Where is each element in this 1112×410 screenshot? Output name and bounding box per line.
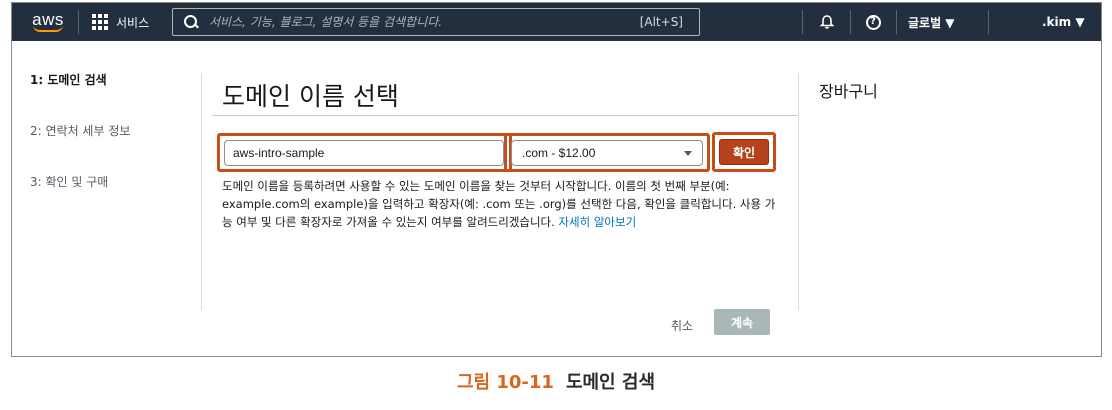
step-domain-search[interactable]: 1: 도메인 검색 [30,71,130,88]
chevron-down-icon [684,150,692,156]
wizard-steps: 1: 도메인 검색 2: 연락처 세부 정보 3: 확인 및 구매 [30,71,130,224]
right-divider [798,73,799,310]
account-menu[interactable]: .kim ▼ [1042,3,1085,41]
help-icon: ? [865,14,881,30]
step-confirm-purchase[interactable]: 3: 확인 및 구매 [30,173,130,190]
nav-divider [802,10,803,34]
help-button[interactable]: ? [862,3,884,41]
notifications-button[interactable] [816,3,838,41]
region-selector[interactable]: 글로벌 ▼ [908,3,955,41]
grid-icon [92,14,108,30]
continue-button[interactable]: 계속 [714,309,770,335]
page-title: 도메인 이름 선택 [222,82,399,111]
aws-smile-icon [33,25,63,32]
left-divider [201,73,202,310]
browser-frame: aws 서비스 [Alt+S] ? 글로벌 ▼ .kim [11,2,1102,357]
figure-number: 그림 10-11 [456,372,554,393]
services-menu-button[interactable]: 서비스 [92,3,149,41]
learn-more-link[interactable]: 자세히 알아보기 [558,215,636,229]
top-navigation: aws 서비스 [Alt+S] ? 글로벌 ▼ .kim [12,3,1101,41]
description-body: 도메인 이름을 등록하려면 사용할 수 있는 도메인 이름을 찾는 것부터 시작… [222,179,776,229]
bell-icon [819,15,835,29]
tld-selected-value: .com - $12.00 [522,146,596,160]
description-text: 도메인 이름을 등록하려면 사용할 수 있는 도메인 이름을 찾는 것부터 시작… [222,177,782,231]
nav-divider [78,10,79,34]
figure-title: 도메인 검색 [565,372,656,393]
nav-divider [988,10,989,34]
search-icon [183,14,199,30]
cart-title: 장바구니 [819,82,878,101]
step-contact-details[interactable]: 2: 연락처 세부 정보 [30,122,130,139]
aws-logo[interactable]: aws [26,3,70,41]
services-label: 서비스 [116,15,150,30]
cancel-button[interactable]: 취소 [671,317,693,334]
search-input[interactable] [209,15,640,29]
title-divider [212,115,798,116]
nav-divider [896,10,897,34]
search-shortcut: [Alt+S] [639,15,683,29]
tld-select[interactable]: .com - $12.00 [511,140,703,166]
check-button[interactable]: 확인 [719,139,769,165]
search-bar[interactable]: [Alt+S] [172,8,700,36]
nav-divider [850,10,851,34]
domain-name-input[interactable] [224,140,504,166]
figure-caption: 그림 10-11 도메인 검색 [0,368,1112,394]
